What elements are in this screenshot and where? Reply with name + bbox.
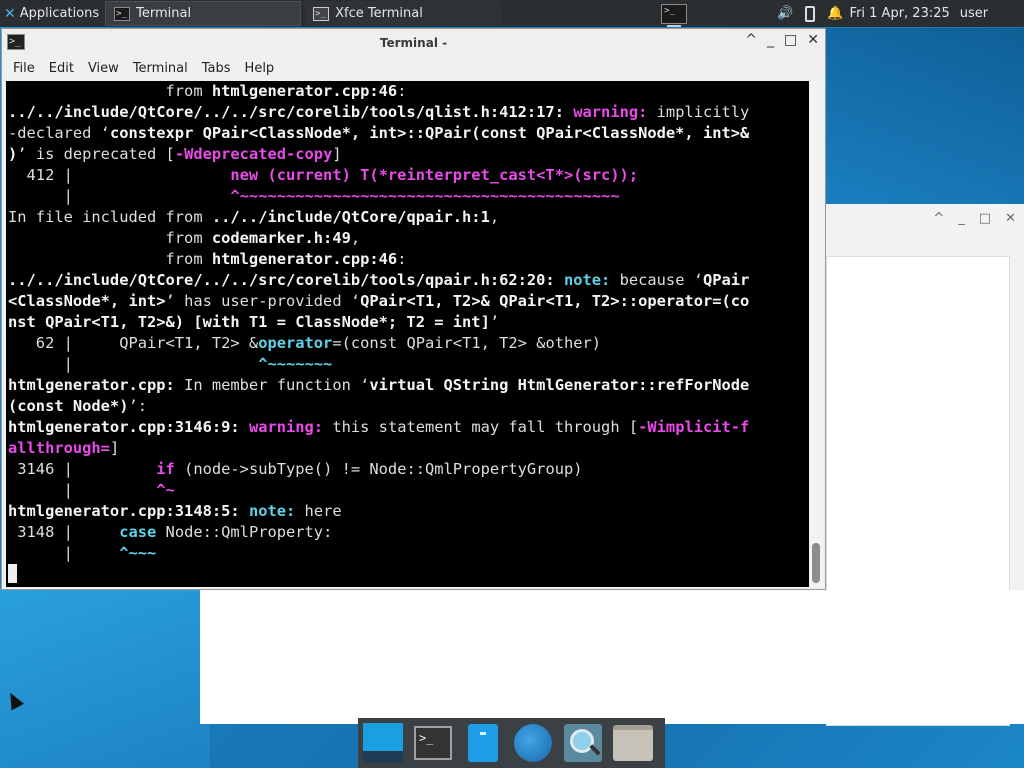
close-icon[interactable]: ✕ (807, 32, 819, 48)
maximize-icon[interactable]: □ (784, 32, 797, 48)
terminal-text: from htmlgenerator.cpp:46: ../../include… (6, 81, 809, 585)
taskbar-item-label: Xfce Terminal (335, 6, 423, 21)
window-title: Terminal - (379, 35, 448, 50)
menu-tabs[interactable]: Tabs (195, 61, 238, 76)
volume-icon[interactable]: 🔊 (777, 6, 793, 21)
terminal-window[interactable]: >_ Terminal - ^ _ □ ✕ File Edit View Ter… (1, 28, 826, 590)
menu-view[interactable]: View (81, 61, 126, 76)
user-menu[interactable]: user (960, 6, 988, 21)
menu-help[interactable]: Help (238, 61, 282, 76)
terminal-icon: >_ (414, 726, 452, 760)
home-folder-icon (613, 725, 653, 761)
menu-terminal[interactable]: Terminal (126, 61, 195, 76)
web-browser-icon (514, 724, 552, 762)
menu-edit[interactable]: Edit (42, 61, 81, 76)
applications-label: Applications (19, 6, 100, 21)
terminal-titlebar[interactable]: >_ Terminal - ^ _ □ ✕ (2, 29, 825, 56)
xfce-logo-icon: ✕ (4, 5, 16, 22)
battery-icon[interactable] (805, 5, 816, 22)
notification-bell-icon[interactable]: 🔔 (827, 6, 843, 21)
show-desktop-icon (363, 723, 403, 763)
menu-file[interactable]: File (6, 61, 42, 76)
app-finder-icon (564, 724, 602, 762)
text-cursor (8, 564, 17, 583)
dock-item-app-finder[interactable] (563, 723, 603, 763)
taskbar-item-xfce-terminal[interactable]: >_ Xfce Terminal (305, 1, 502, 26)
taskbar-item-label: Terminal (136, 6, 192, 21)
workspace-switcher-icon[interactable]: >_ (661, 3, 688, 27)
minimize-icon[interactable]: _ (767, 32, 774, 48)
dock: >_ (358, 718, 665, 768)
dock-item-home-folder[interactable] (613, 723, 653, 763)
desktop-background-shape (0, 588, 210, 768)
system-tray: 🔊 🔔 (777, 5, 844, 22)
dock-item-browser[interactable] (513, 723, 553, 763)
shade-icon[interactable]: ^ (745, 32, 757, 48)
clock[interactable]: Fri 1 Apr, 23:25 (850, 6, 950, 21)
minimize-icon[interactable]: ^ (933, 211, 944, 226)
dock-item-terminal[interactable]: >_ (413, 723, 453, 763)
terminal-scrollbar[interactable] (810, 81, 823, 587)
top-panel: ✕ Applications >_ Terminal >_ Xfce Termi… (0, 0, 1024, 27)
terminal-output[interactable]: from htmlgenerator.cpp:46: ../../include… (6, 81, 809, 587)
maximize-icon[interactable]: □ (979, 211, 991, 226)
applications-menu[interactable]: ✕ Applications (0, 0, 105, 27)
dock-item-show-desktop[interactable] (363, 723, 403, 763)
close-icon[interactable]: ✕ (1005, 211, 1016, 226)
dock-item-files[interactable] (463, 723, 503, 763)
menubar: File Edit View Terminal Tabs Help (2, 56, 825, 80)
minimize-icon[interactable]: _ (958, 211, 965, 226)
desktop-background-shape (826, 28, 1024, 208)
background-window-content (200, 590, 1024, 724)
file-manager-icon (468, 724, 498, 762)
terminal-icon: >_ (313, 6, 330, 21)
taskbar-item-terminal[interactable]: >_ Terminal (105, 1, 302, 26)
terminal-icon: >_ (114, 6, 131, 21)
scrollbar-thumb[interactable] (812, 543, 820, 583)
